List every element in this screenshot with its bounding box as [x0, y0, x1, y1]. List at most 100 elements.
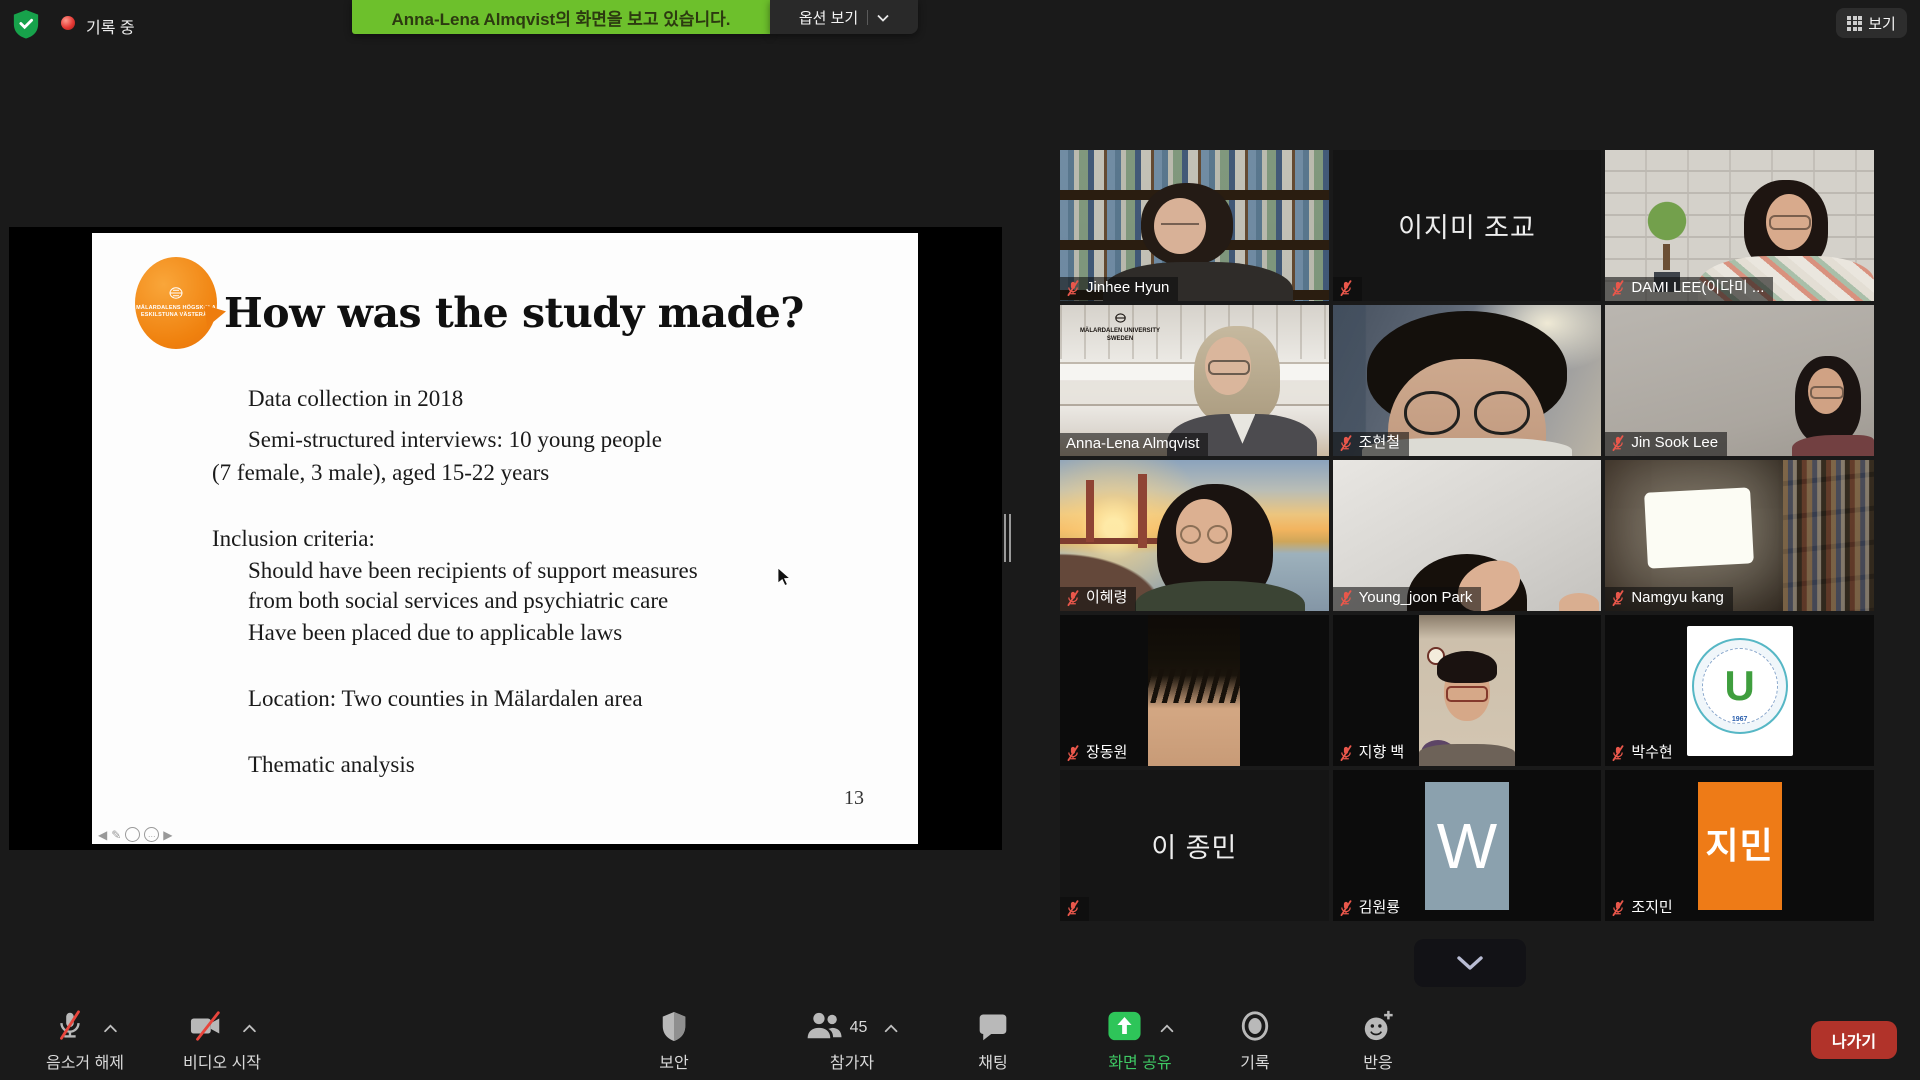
video-scene: 이지미 조교: [1333, 150, 1602, 301]
muted-mic-icon: [1611, 590, 1625, 607]
scene-shape: [1559, 593, 1599, 611]
panel-resize-handle[interactable]: [1004, 514, 1011, 562]
pen-icon[interactable]: ✎: [111, 828, 121, 842]
leave-meeting-button[interactable]: 나가기: [1811, 1021, 1897, 1059]
participant-tile-14[interactable]: W김원룡: [1333, 770, 1602, 921]
caret-up-icon[interactable]: [102, 1024, 117, 1033]
muted-mic-icon: [1066, 900, 1080, 917]
grid-view-icon: [1847, 16, 1862, 31]
participant-tile-6[interactable]: Jin Sook Lee: [1605, 305, 1874, 456]
toolbar-security-button[interactable]: 보안: [659, 1010, 689, 1073]
toolbar-label: 비디오 시작: [183, 1049, 261, 1073]
muted-mic-icon: [1066, 590, 1080, 607]
participant-name-label: DAMI LEE(이다미 ...: [1605, 277, 1773, 301]
muted-mic-icon: [1339, 745, 1353, 762]
annotation-toolbar: ◀ ✎ … ▶: [98, 827, 173, 842]
participant-name-text: 이 종민: [1151, 826, 1237, 865]
view-options-label: 옵션 보기: [799, 7, 858, 28]
participant-tile-7[interactable]: 이혜령: [1060, 460, 1329, 611]
toolbar-label: 화면 공유: [1108, 1049, 1171, 1073]
more-icon[interactable]: …: [144, 827, 159, 842]
screen-icon[interactable]: [125, 827, 140, 842]
video-scene: 이 종민: [1060, 770, 1329, 921]
participant-tile-2[interactable]: 이지미 조교: [1333, 150, 1602, 301]
participant-tile-8[interactable]: Young_joon Park: [1333, 460, 1602, 611]
toolbar-share-button[interactable]: 화면 공유: [1106, 1010, 1175, 1073]
participant-name-label: 장동원: [1060, 742, 1136, 766]
participant-tile-3[interactable]: DAMI LEE(이다미 ...: [1605, 150, 1874, 301]
participant-name: Young_joon Park: [1359, 590, 1473, 607]
participant-name-label: 지향 백: [1333, 742, 1414, 766]
view-options-button[interactable]: 옵션 보기: [770, 0, 918, 34]
scene-shape: [1154, 198, 1206, 254]
smiley-plus-icon: [1361, 1009, 1395, 1048]
participant-name: Jinhee Hyun: [1086, 280, 1169, 297]
participant-tile-15[interactable]: 지민조지민: [1605, 770, 1874, 921]
viewing-screen-banner: Anna-Lena Almqvist의 화면을 보고 있습니다.: [352, 0, 770, 34]
logo-text-line: MÄLARDALEN UNIVERSITY: [1070, 328, 1170, 336]
toolbar-chat-button[interactable]: 채팅: [977, 1010, 1009, 1073]
participant-name: 지향 백: [1359, 745, 1405, 762]
caret-up-icon[interactable]: [241, 1024, 256, 1033]
prev-arrow-icon[interactable]: ◀: [98, 828, 107, 842]
participant-tile-9[interactable]: Namgyu kang: [1605, 460, 1874, 611]
muted-mic-icon: [1611, 900, 1625, 917]
people-icon: [806, 1010, 844, 1047]
participant-name: 조지민: [1631, 900, 1672, 917]
participant-name-label: [1060, 897, 1089, 921]
muted-mic-icon: [1611, 280, 1625, 297]
participant-name-label: Anna-Lena Almqvist: [1060, 433, 1208, 457]
toolbar-label: 채팅: [978, 1049, 1007, 1073]
record-icon: [1239, 1009, 1271, 1048]
meeting-info-shield-icon[interactable]: [12, 9, 40, 39]
participant-tile-10[interactable]: 장동원: [1060, 615, 1329, 766]
scene-shape: [1792, 435, 1874, 456]
toolbar-reactions-button[interactable]: 반응: [1361, 1010, 1395, 1073]
muted-mic-icon: [1066, 745, 1080, 762]
participant-name: 김원룡: [1359, 900, 1400, 917]
slide-text-line: Thematic analysis: [248, 752, 415, 778]
toolbar-unmute-button[interactable]: 음소거 해제: [46, 1010, 124, 1073]
muted-mic-icon: [1611, 745, 1625, 762]
gallery-next-page-button[interactable]: [1414, 939, 1526, 987]
slide-text-line: Inclusion criteria:: [212, 526, 375, 552]
participant-tile-12[interactable]: U1967박수현: [1605, 615, 1874, 766]
view-layout-button[interactable]: 보기: [1836, 8, 1907, 38]
participant-name-label: Jin Sook Lee: [1605, 432, 1727, 456]
logo-text-line: ESKILSTUNA VÄSTERÅS: [141, 312, 211, 319]
muted-mic-icon: [1339, 900, 1353, 917]
toolbar-participants-button[interactable]: 45참가자: [806, 1010, 899, 1073]
participant-tile-11[interactable]: 지향 백: [1333, 615, 1602, 766]
toolbar-label: 참가자: [830, 1049, 874, 1073]
muted-mic-icon: [1339, 280, 1353, 297]
participant-name: 이혜령: [1086, 590, 1127, 607]
next-arrow-icon[interactable]: ▶: [163, 828, 172, 842]
participant-tile-4[interactable]: MÄLARDALEN UNIVERSITYSWEDENAnna-Lena Alm…: [1060, 305, 1329, 456]
participant-tile-1[interactable]: Jinhee Hyun: [1060, 150, 1329, 301]
participant-name-label: 조현철: [1333, 432, 1409, 456]
slide-page-number: 13: [844, 787, 864, 810]
slide-text-line: Should have been recipients of support m…: [248, 558, 698, 584]
participant-tile-13[interactable]: 이 종민: [1060, 770, 1329, 921]
participant-name-label: [1333, 277, 1362, 301]
muted-mic-icon: [1339, 435, 1353, 452]
scene-shape: [1766, 194, 1812, 250]
participant-name: 장동원: [1086, 745, 1127, 762]
muted-mic-icon: [1066, 280, 1080, 297]
divider: [867, 10, 868, 25]
toolbar-label: 반응: [1363, 1049, 1392, 1073]
participant-name-label: 박수현: [1605, 742, 1681, 766]
scene-shape: [1419, 744, 1515, 766]
mouse-cursor: [777, 567, 791, 587]
toolbar-record-button[interactable]: 기록: [1239, 1010, 1271, 1073]
recording-status-label: 기록 중: [86, 14, 135, 38]
toolbar-video-button[interactable]: 비디오 시작: [183, 1010, 261, 1073]
caret-up-icon[interactable]: [883, 1024, 898, 1033]
scene-shape: [1135, 581, 1305, 611]
participant-name: Anna-Lena Almqvist: [1066, 436, 1199, 453]
slide-text-line: from both social services and psychiatri…: [248, 588, 668, 614]
participant-name: DAMI LEE(이다미 ...: [1631, 280, 1764, 297]
caret-up-icon[interactable]: [1160, 1024, 1175, 1033]
participant-name-text: 이지미 조교: [1398, 206, 1536, 245]
participant-tile-5[interactable]: 조현철: [1333, 305, 1602, 456]
